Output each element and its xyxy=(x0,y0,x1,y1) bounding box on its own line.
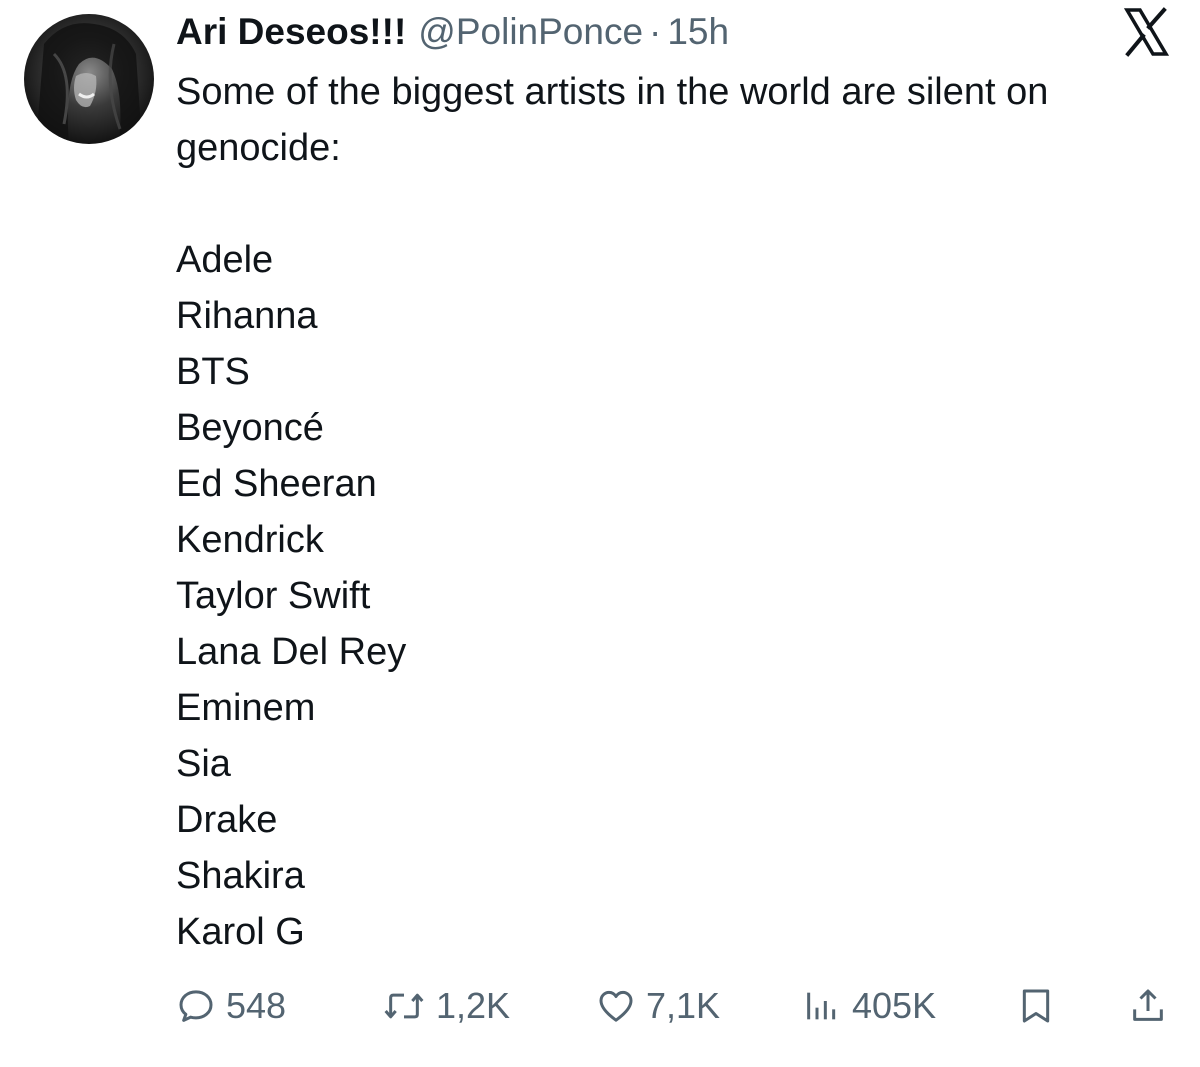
like-button[interactable]: 7,1K xyxy=(596,980,720,1032)
list-item: Adele xyxy=(176,239,274,281)
views-button[interactable]: 405K xyxy=(802,980,936,1032)
list-item: Taylor Swift xyxy=(176,575,371,617)
reply-icon xyxy=(179,990,213,1022)
retweet-count: 1,2K xyxy=(436,985,511,1026)
like-count: 7,1K xyxy=(646,985,721,1026)
x-logo-icon xyxy=(1118,4,1174,60)
avatar[interactable] xyxy=(24,14,154,144)
share-button[interactable] xyxy=(1128,980,1168,1032)
list-item: Ed Sheeran xyxy=(176,463,377,505)
user-handle[interactable]: @PolinPonce xyxy=(418,10,643,54)
analytics-icon xyxy=(807,992,836,1020)
list-item: Karol G xyxy=(176,911,305,953)
action-bar: 548 1,2K 7,1K 405K xyxy=(176,980,1176,1032)
timestamp[interactable]: 15h xyxy=(667,10,729,54)
list-item: Rihanna xyxy=(176,295,318,337)
views-count: 405K xyxy=(852,985,937,1026)
retweet-icon xyxy=(384,993,424,1019)
list-item: Kendrick xyxy=(176,519,324,561)
avatar-image xyxy=(24,14,154,144)
list-item: Drake xyxy=(176,799,278,841)
bookmark-button[interactable] xyxy=(1016,980,1056,1032)
separator-dot: · xyxy=(649,11,662,52)
tweet-intro: Some of the biggest artists in the world… xyxy=(176,71,1049,169)
artist-list: Adele Rihanna BTS Beyoncé Ed Sheeran Ken… xyxy=(176,232,1156,960)
list-item: Beyoncé xyxy=(176,407,324,449)
reply-count: 548 xyxy=(226,985,287,1026)
tweet-header: Ari Deseos!!! @PolinPonce · 15h xyxy=(176,10,729,54)
list-item: Lana Del Rey xyxy=(176,631,407,673)
display-name[interactable]: Ari Deseos!!! xyxy=(176,10,406,54)
bookmark-icon xyxy=(1022,989,1050,1023)
reply-button[interactable]: 548 xyxy=(176,980,286,1032)
list-item: Eminem xyxy=(176,687,316,729)
retweet-button[interactable]: 1,2K xyxy=(382,980,510,1032)
list-item: Sia xyxy=(176,743,231,785)
tweet-text: Some of the biggest artists in the world… xyxy=(176,64,1156,960)
list-item: Shakira xyxy=(176,855,305,897)
share-icon xyxy=(1133,989,1163,1021)
heart-icon xyxy=(599,990,633,1022)
list-item: BTS xyxy=(176,351,250,393)
